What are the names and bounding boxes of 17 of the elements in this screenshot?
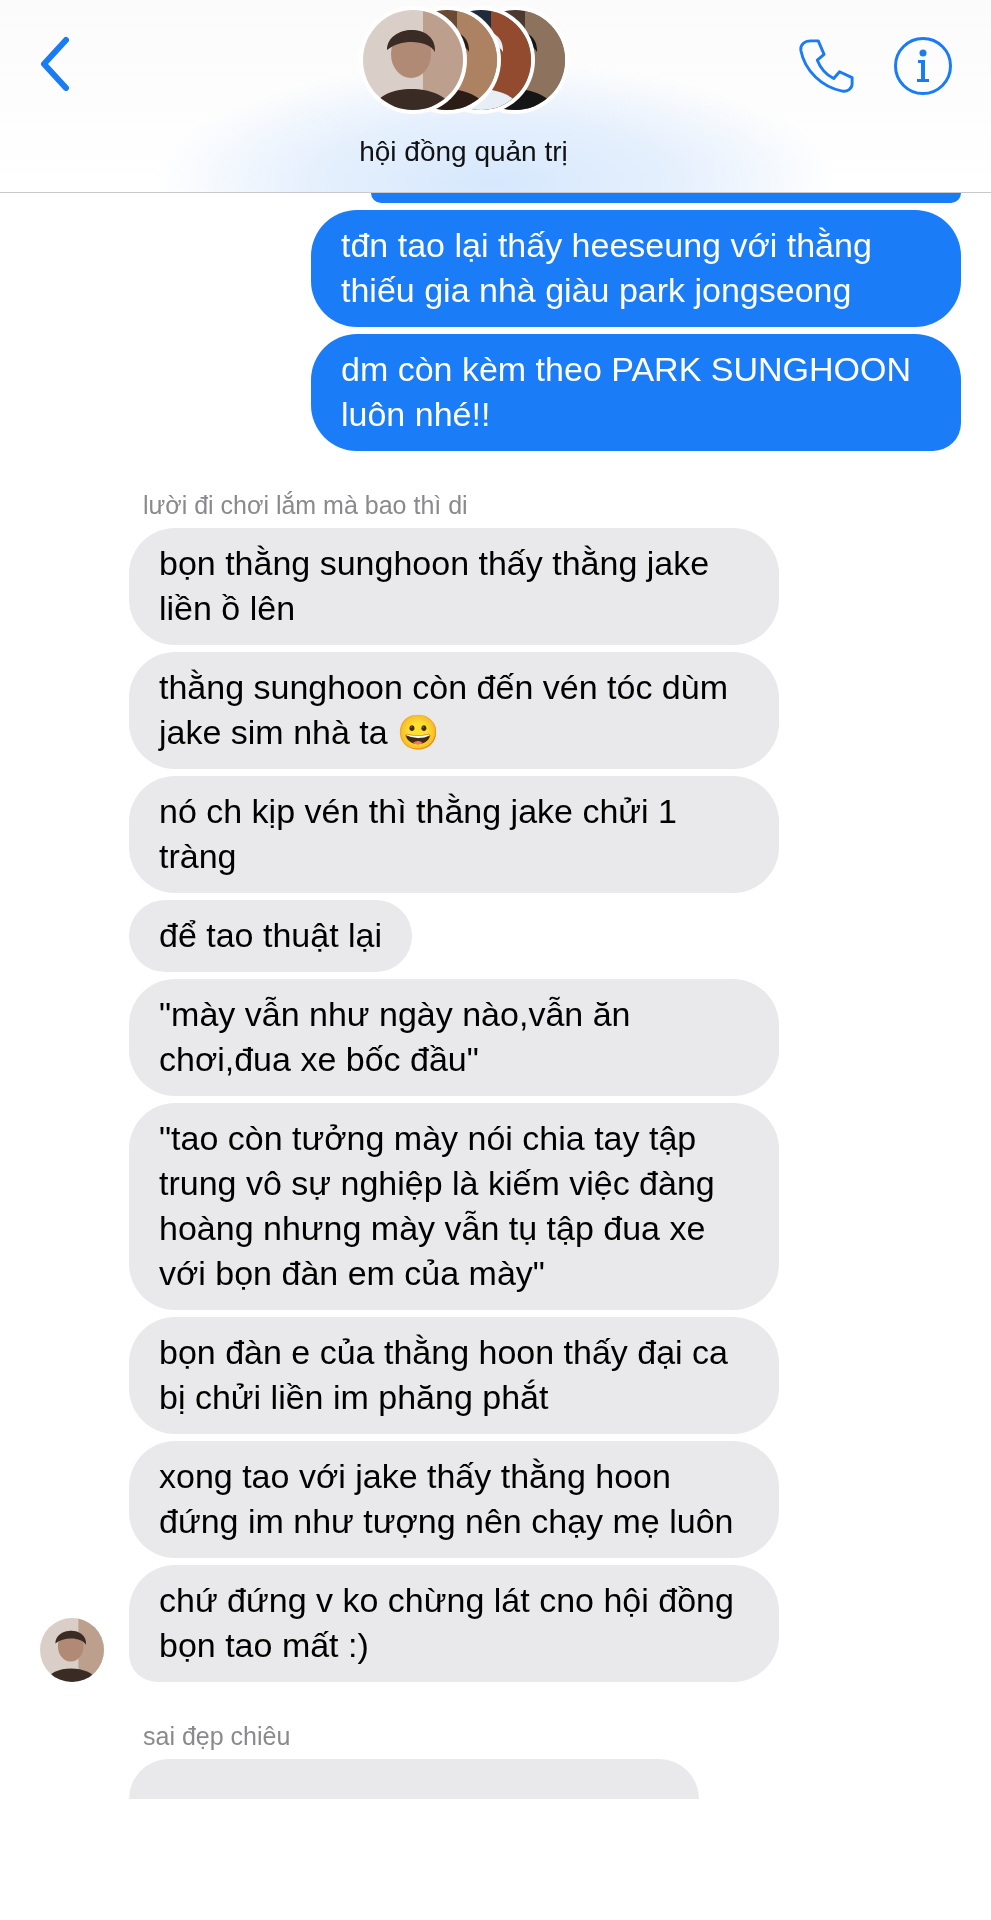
message-bubble: "mày vẫn như ngày nào,vẫn ăn chơi,đua xe bốc đầu" (129, 979, 779, 1096)
message-bubble: xong tao với jake thấy thằng hoon đứng im như tượng nên chạy mẹ luôn (129, 1441, 779, 1558)
info-icon[interactable] (893, 36, 953, 96)
message-bubble: "tao còn tưởng mày nói chia tay tập trung vô sự nghiệp là kiếm việc đàng hoàng nhưng mày vẫn tụ tập đua xe với bọn đàn em của mày" (129, 1103, 779, 1310)
sender-name: lười đi chơi lắm mà bao thì di (143, 491, 468, 520)
message-bubble: dm còn kèm theo PARK SUNGHOON luôn nhé!! (311, 334, 961, 451)
message-bubble: bọn đàn e của thằng hoon thấy đại ca bị chửi liền im phăng phắt (129, 1317, 779, 1434)
phone-icon[interactable] (797, 37, 855, 95)
sender-name: sai đẹp chiêu (143, 1722, 291, 1751)
message-bubble: thằng sunghoon còn đến vén tóc dùm jake sim nhà ta 😀 (129, 652, 779, 769)
message-bubble: để tao thuật lại (129, 900, 413, 972)
message-bubble: chứ đứng v ko chừng lát cno hội đồng bọn tao mất :) (129, 1565, 779, 1682)
message-bubble: nó ch kịp vén thì thằng jake chửi 1 tràng (129, 776, 779, 893)
message-bubble: bọn thằng sunghoon thấy thằng jake liền ồ lên (129, 528, 779, 645)
conversation-title[interactable]: hội đồng quản trị (359, 136, 568, 168)
message-bubble: tđn tao lại thấy heeseung với thằng thiếu gia nhà giàu park jongseong (311, 210, 961, 327)
back-icon[interactable] (38, 36, 70, 92)
